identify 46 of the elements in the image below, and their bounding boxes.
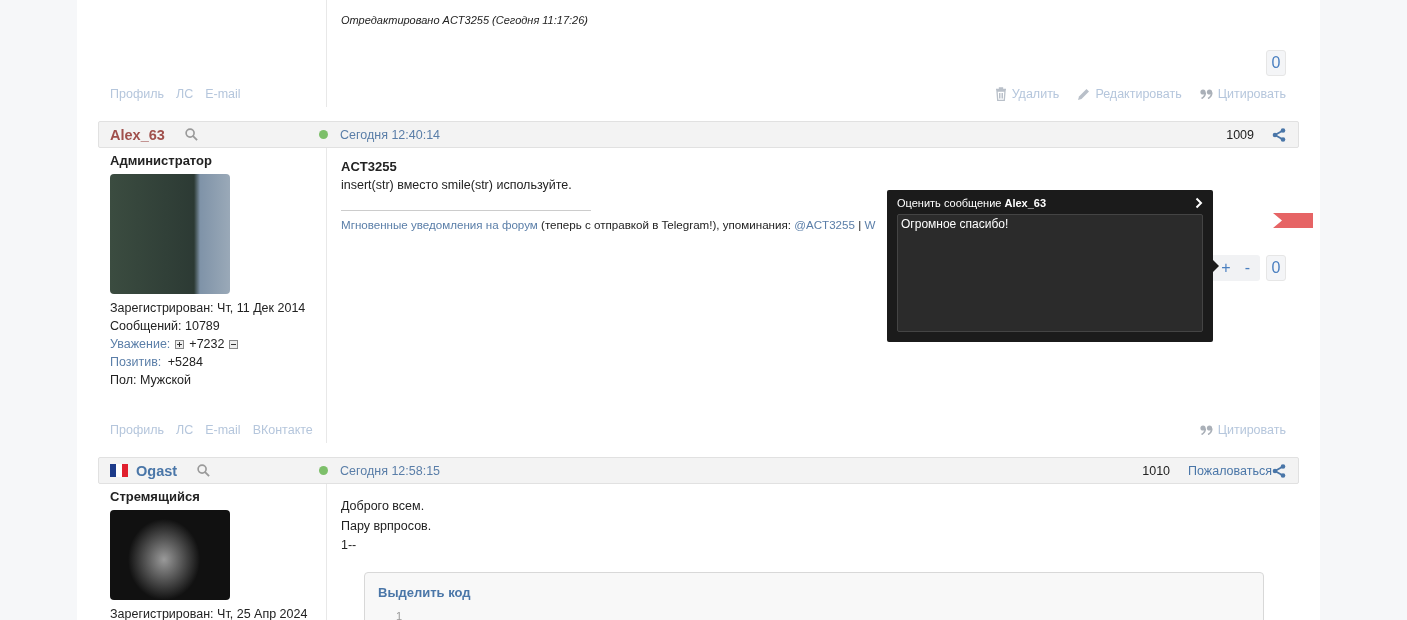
- quote-icon: [1199, 89, 1213, 99]
- minus-vote-button[interactable]: -: [1240, 259, 1254, 277]
- rating-count: 0: [1266, 255, 1286, 281]
- stat-text: Зарегистрирован: Чт, 11 Дек 2014: [110, 300, 306, 317]
- popup-title: Оценить сообщение Alex_63: [897, 197, 1047, 209]
- user-rank: Администратор: [110, 153, 213, 168]
- share-icon[interactable]: [1272, 463, 1286, 478]
- user-rank: Стремящийся: [110, 489, 201, 504]
- report-link[interactable]: Пожаловаться: [1188, 463, 1272, 478]
- username-link[interactable]: Alex_63: [110, 126, 165, 143]
- chevron-icon[interactable]: [1195, 197, 1203, 209]
- flag-icon: [110, 464, 128, 477]
- post-date[interactable]: Сегодня 12:40:14: [340, 127, 441, 142]
- username-link[interactable]: Ogast: [136, 462, 178, 479]
- signature-link[interactable]: @ACT3255: [794, 218, 855, 231]
- search-icon[interactable]: [184, 128, 198, 141]
- quote-icon: [1199, 425, 1213, 435]
- post-text: insert(str) вместо smile(str) используйте.: [341, 177, 573, 194]
- rating-count: 0: [1266, 50, 1286, 76]
- edited-note: Отредактировано ACT3255 (Сегодня 11:17:26): [341, 14, 589, 26]
- search-icon[interactable]: [197, 464, 211, 477]
- stat-text: Пол: Мужской: [110, 372, 191, 389]
- plus-vote-button[interactable]: +: [1217, 259, 1235, 277]
- share-icon[interactable]: [1272, 127, 1286, 142]
- post-text: ACT3255: [341, 158, 398, 176]
- stat-value: +5284: [166, 354, 203, 371]
- post-text: Доброго всем.: [341, 498, 426, 515]
- stat-link[interactable]: Позитив:: [110, 353, 162, 371]
- minus-icon[interactable]: [229, 339, 239, 349]
- stat-value: +7232: [189, 336, 225, 353]
- comment-field[interactable]: Огромное спасибо!: [897, 214, 1203, 332]
- stat-text: Зарегистрирован: Чт, 25 Апр 2024: [110, 606, 308, 620]
- post-text: Пару врпросов.: [341, 517, 433, 535]
- stat-text: Сообщений: 10789: [110, 318, 220, 335]
- signature-link[interactable]: W: [864, 218, 876, 231]
- stat-link[interactable]: Уважение:: [110, 335, 171, 353]
- post-date[interactable]: Сегодня 12:58:15: [340, 463, 441, 478]
- plus-icon[interactable]: [175, 339, 185, 349]
- post-number: 1009: [1226, 127, 1254, 142]
- select-code-link[interactable]: Выделить код: [378, 584, 471, 600]
- post-number: 1010: [1142, 463, 1171, 478]
- line-number: 1: [396, 609, 404, 620]
- signature-link[interactable]: Мгновенные уведомления на форум: [341, 218, 538, 231]
- trash-icon: [994, 87, 1007, 101]
- post-text: 1--: [341, 537, 358, 554]
- pencil-icon: [1077, 87, 1091, 101]
